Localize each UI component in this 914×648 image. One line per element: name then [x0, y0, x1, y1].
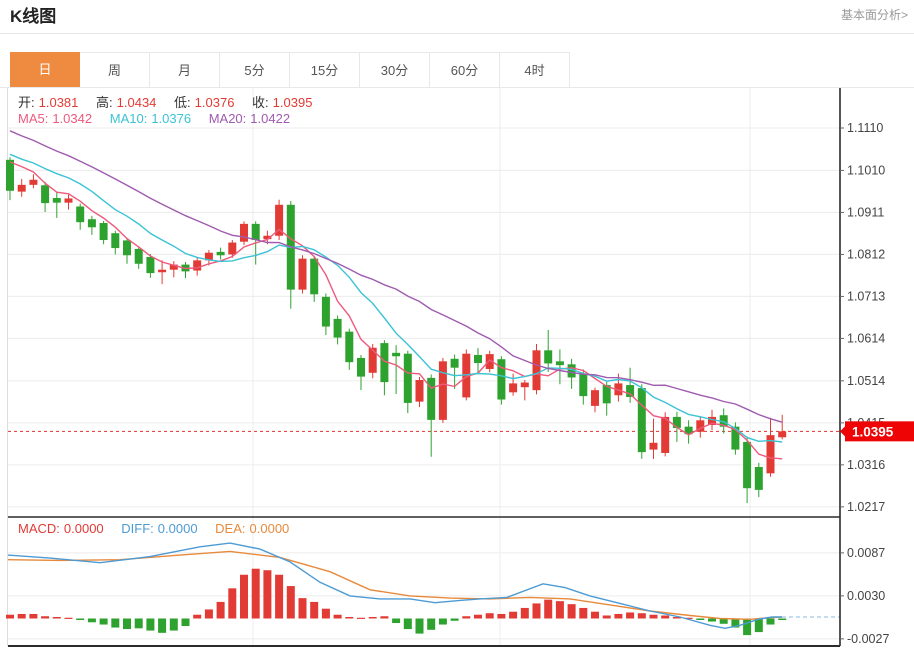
diff-value: 0.0000 [157, 521, 198, 536]
axes: 1.1110 1.1010 1.0911 1.0812 1.0713 1.0614 1.05… [8, 88, 889, 647]
dea-value: 0.0000 [249, 521, 290, 536]
tab-interval-4[interactable]: 15分 [290, 52, 360, 88]
tab-interval-1[interactable]: 周 [80, 52, 150, 88]
page-title: K线图 [10, 7, 57, 26]
low-label: 低: [174, 95, 191, 110]
candlestick-pane [6, 130, 787, 504]
fundamental-analysis-link[interactable]: 基本面分析> [841, 0, 908, 30]
svg-text:1.1110: 1.1110 [847, 121, 883, 135]
svg-text:1.0395: 1.0395 [852, 424, 894, 439]
svg-text:0.0030: 0.0030 [847, 589, 885, 603]
diff-label: DIFF: [121, 521, 154, 536]
svg-text:1.0812: 1.0812 [847, 247, 885, 261]
tab-interval-3[interactable]: 5分 [220, 52, 290, 88]
page-header: K线图 基本面分析> [0, 0, 914, 34]
svg-text:0.0087: 0.0087 [847, 546, 885, 560]
dea-label: DEA: [215, 521, 246, 536]
ma-legend: MA5: 1.0342 MA10: 1.0376 MA20: 1.0422 [18, 111, 294, 126]
open-value: 1.0381 [38, 95, 79, 110]
tab-interval-0[interactable]: 日 [10, 52, 80, 88]
ohlc-legend: 开: 1.0381 高: 1.0434 低: 1.0376 收: 1.0395 [18, 92, 316, 111]
ma20-value: 1.0422 [250, 111, 291, 126]
macd-legend: MACD: 0.0000 DIFF: 0.0000 DEA: 0.0000 [18, 521, 293, 536]
svg-text:1.0316: 1.0316 [847, 458, 885, 472]
tab-interval-2[interactable]: 月 [150, 52, 220, 88]
close-value: 1.0395 [272, 95, 313, 110]
ma10-label: MA10: [109, 111, 148, 126]
high-value: 1.0434 [116, 95, 157, 110]
macd-pane [6, 542, 840, 636]
tabbar-divider [0, 87, 914, 88]
tab-interval-6[interactable]: 60分 [430, 52, 500, 88]
low-value: 1.0376 [194, 95, 235, 110]
macd-value: 0.0000 [63, 521, 104, 536]
ma5-value: 1.0342 [52, 111, 93, 126]
svg-text:1.0514: 1.0514 [847, 374, 885, 388]
ma10-value: 1.0376 [151, 111, 192, 126]
ma5-label: MA5: [18, 111, 49, 126]
tab-interval-5[interactable]: 30分 [360, 52, 430, 88]
svg-text:-0.0027: -0.0027 [847, 632, 889, 646]
svg-text:1.0713: 1.0713 [847, 289, 885, 303]
gridlines [7, 88, 840, 646]
current-price-badge: 1.0395 [840, 421, 914, 442]
svg-text:1.1010: 1.1010 [847, 163, 885, 177]
close-label: 收: [252, 95, 269, 110]
open-label: 开: [18, 95, 35, 110]
svg-text:1.0217: 1.0217 [847, 500, 885, 514]
macd-label: MACD: [18, 521, 60, 536]
interval-tabbar: 日周月 5分 15分 30分 60分 4时 [10, 52, 570, 88]
svg-text:1.0911: 1.0911 [847, 205, 884, 219]
svg-text:1.0614: 1.0614 [847, 331, 885, 345]
high-label: 高: [96, 95, 113, 110]
tab-interval-7[interactable]: 4时 [500, 52, 570, 88]
ma20-label: MA20: [208, 111, 247, 126]
